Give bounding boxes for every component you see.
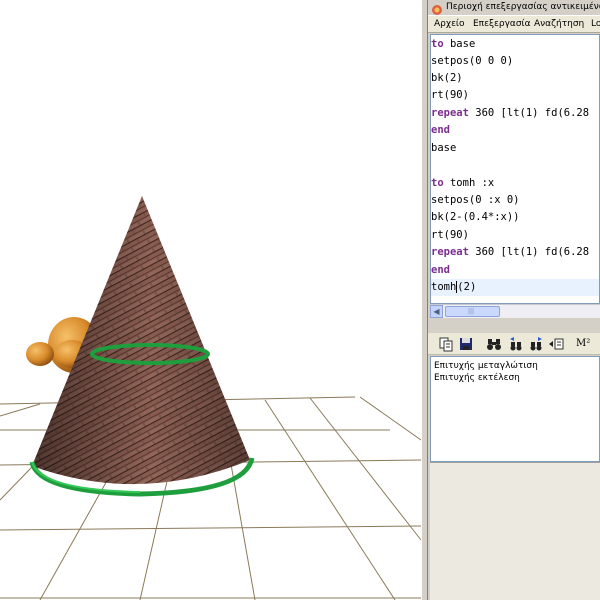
superscript-icon[interactable]: M² xyxy=(576,336,592,352)
menu-edit[interactable]: Επεξεργασία xyxy=(473,18,531,30)
output-line: Επιτυχής εκτέλεση xyxy=(434,373,520,383)
app-icon xyxy=(431,1,443,15)
output-console[interactable]: Επιτυχής μεταγλώτιση Επιτυχής εκτέλεση xyxy=(430,356,600,462)
code-line: rt(90) xyxy=(431,89,469,101)
scroll-left-button[interactable]: ◀ xyxy=(430,305,443,318)
output-line: Επιτυχής μεταγλώτιση xyxy=(434,361,538,371)
code-line: end xyxy=(431,124,450,136)
binoculars-icon[interactable] xyxy=(486,336,502,352)
code-line: end xyxy=(431,264,450,276)
find-next-icon[interactable] xyxy=(528,336,544,352)
code-line: repeat 360 [lt(1) fd(6.28 xyxy=(431,246,590,258)
copy-icon[interactable] xyxy=(438,336,454,352)
scroll-grip: ||| xyxy=(468,308,475,315)
code-line: setpos(0 0 0) xyxy=(431,55,514,67)
find-previous-icon[interactable] xyxy=(508,336,524,352)
bottom-panel xyxy=(430,462,600,600)
code-line: rt(90) xyxy=(431,229,469,241)
code-line: to tomh :x xyxy=(431,177,495,189)
toolbar: M² xyxy=(428,333,600,355)
code-line-current: tomh(2) xyxy=(431,279,599,296)
code-editor[interactable]: to base setpos(0 0 0) bk(2) rt(90) repea… xyxy=(430,34,600,304)
insert-list-icon[interactable] xyxy=(548,336,564,352)
object-editor-window: Περιοχή επεξεργασίας αντικειμένων Αρχείο… xyxy=(428,0,600,600)
code-line: repeat 360 [lt(1) fd(6.28 xyxy=(431,107,590,119)
horizontal-scrollbar[interactable]: ◀ ||| xyxy=(430,304,600,318)
title-bar[interactable]: Περιοχή επεξεργασίας αντικειμένων xyxy=(428,0,600,15)
menu-file[interactable]: Αρχείο xyxy=(434,18,465,30)
window-title: Περιοχή επεξεργασίας αντικειμένων xyxy=(446,2,600,12)
code-line: base xyxy=(431,142,457,154)
code-line: to base xyxy=(431,38,476,50)
code-line: bk(2) xyxy=(431,72,463,84)
code-line: bk(2-(0.4*:x)) xyxy=(431,211,520,223)
menu-logo[interactable]: Lo xyxy=(591,18,600,30)
code-line: setpos(0 :x 0) xyxy=(431,194,520,206)
scene-canvas xyxy=(0,196,421,600)
menu-search[interactable]: Αναζήτηση xyxy=(534,18,584,30)
menu-bar: Αρχείο Επεξεργασία Αναζήτηση Lo xyxy=(428,15,600,33)
horizontal-splitter[interactable] xyxy=(428,320,600,330)
3d-viewport[interactable] xyxy=(0,0,421,600)
save-icon[interactable] xyxy=(458,336,474,352)
pane-splitter[interactable] xyxy=(421,0,428,600)
scroll-thumb[interactable]: ||| xyxy=(445,306,500,317)
